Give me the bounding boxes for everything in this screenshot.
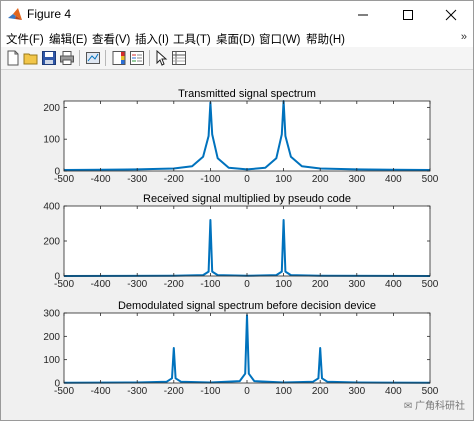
minimize-icon (358, 14, 368, 16)
subplot-title: Received signal multiplied by pseudo cod… (143, 193, 351, 205)
x-tick-label: 400 (385, 386, 402, 397)
subplot-title: Transmitted signal spectrum (178, 88, 316, 100)
x-tick-label: 0 (244, 174, 250, 185)
property-inspector-icon[interactable] (171, 50, 187, 66)
close-button[interactable] (429, 1, 473, 29)
figure-canvas[interactable]: -500 -400 -300 -200 -100 0 100 200 300 400 500 0 100… (1, 70, 473, 420)
toolbar-separator (149, 50, 150, 66)
menubar-expand-icon[interactable]: » (461, 31, 467, 43)
x-tick-label: -200 (164, 174, 184, 185)
x-tick-label: -100 (200, 174, 220, 185)
maximize-button[interactable] (386, 1, 430, 29)
watermark: ✉ 广角科研社 (404, 397, 465, 412)
watermark-text: 广角科研社 (415, 401, 465, 412)
menu-window[interactable]: 窗口(W) (259, 31, 301, 47)
x-tick-label: -400 (91, 279, 111, 290)
matlab-icon (8, 8, 22, 20)
axes-background (64, 101, 430, 171)
x-tick-label: 200 (312, 174, 329, 185)
save-icon[interactable] (41, 50, 57, 66)
x-tick-label: -300 (127, 386, 147, 397)
new-figure-icon[interactable] (5, 50, 21, 66)
y-tick-label: 200 (43, 103, 60, 114)
toolbar-separator (105, 50, 106, 66)
window-title: Figure 4 (27, 7, 72, 21)
toolbar (1, 47, 473, 70)
x-tick-label: -100 (200, 279, 220, 290)
x-tick-label: -400 (91, 174, 111, 185)
subplot-1[interactable]: -500 -400 -300 -200 -100 0 100 200 300 400 5000100… (43, 88, 438, 185)
menu-file[interactable]: 文件(F) (6, 31, 44, 47)
axes-background (64, 206, 430, 276)
y-tick-label: 0 (54, 272, 60, 283)
x-tick-label: -300 (127, 174, 147, 185)
print-icon[interactable] (59, 50, 75, 66)
x-tick-label: 300 (348, 386, 365, 397)
x-tick-label: 300 (348, 174, 365, 185)
x-tick-label: -100 (200, 386, 220, 397)
wechat-icon: ✉ (403, 401, 413, 412)
x-tick-label: 400 (385, 174, 402, 185)
x-tick-label: 300 (348, 279, 365, 290)
y-tick-label: 0 (54, 167, 60, 178)
menu-insert[interactable]: 插入(I) (135, 31, 169, 47)
insert-legend-icon[interactable] (129, 50, 145, 66)
x-tick-label: 200 (312, 279, 329, 290)
x-tick-label: -200 (164, 279, 184, 290)
x-tick-label: 100 (275, 174, 292, 185)
subplot-title: Demodulated signal spectrum before decis… (118, 300, 376, 312)
menu-tools[interactable]: 工具(T) (173, 31, 211, 47)
maximize-icon (403, 10, 413, 20)
menu-edit[interactable]: 编辑(E) (49, 31, 87, 47)
menu-desktop[interactable]: 桌面(D) (216, 31, 255, 47)
title-bar[interactable]: Figure 4 (1, 1, 473, 29)
y-tick-label: 400 (43, 202, 60, 213)
subplot-2[interactable]: -500 -400 -300 -200 -100 0 100 200 300 400 5000200… (43, 193, 438, 290)
close-icon (445, 9, 457, 21)
menu-view[interactable]: 查看(V) (92, 31, 130, 47)
figure-window: Figure 4 文件(F) 编辑(E) 查看(V) 插入(I) 工具(T) 桌… (0, 0, 474, 421)
subplot-3[interactable]: -500 -400 -300 -200 -100 0 100 200 300 400 5000100… (43, 300, 438, 397)
minimize-button[interactable] (341, 1, 385, 29)
link-plot-icon[interactable] (85, 50, 101, 66)
menu-help[interactable]: 帮助(H) (306, 31, 345, 47)
subplots: -500 -400 -300 -200 -100 0 100 200 300 400 5000100… (43, 88, 438, 397)
insert-colorbar-icon[interactable] (111, 50, 127, 66)
x-tick-label: 0 (244, 279, 250, 290)
y-tick-label: 100 (43, 135, 60, 146)
x-tick-label: -200 (164, 386, 184, 397)
x-tick-label: -400 (91, 386, 111, 397)
x-tick-label: 400 (385, 279, 402, 290)
y-tick-label: 200 (43, 332, 60, 343)
y-tick-label: 200 (43, 237, 60, 248)
y-tick-label: 300 (43, 309, 60, 320)
menu-bar: 文件(F) 编辑(E) 查看(V) 插入(I) 工具(T) 桌面(D) 窗口(W… (1, 29, 473, 47)
x-tick-label: -300 (127, 279, 147, 290)
x-tick-label: 100 (275, 386, 292, 397)
open-icon[interactable] (23, 50, 39, 66)
x-tick-label: 500 (422, 279, 439, 290)
y-tick-label: 0 (54, 379, 60, 390)
toolbar-separator (79, 50, 80, 66)
x-tick-label: 500 (422, 174, 439, 185)
x-tick-label: 200 (312, 386, 329, 397)
x-tick-label: 500 (422, 386, 439, 397)
y-tick-label: 100 (43, 355, 60, 366)
x-tick-label: 100 (275, 279, 292, 290)
pointer-edit-icon[interactable] (153, 50, 169, 66)
x-tick-label: 0 (244, 386, 250, 397)
